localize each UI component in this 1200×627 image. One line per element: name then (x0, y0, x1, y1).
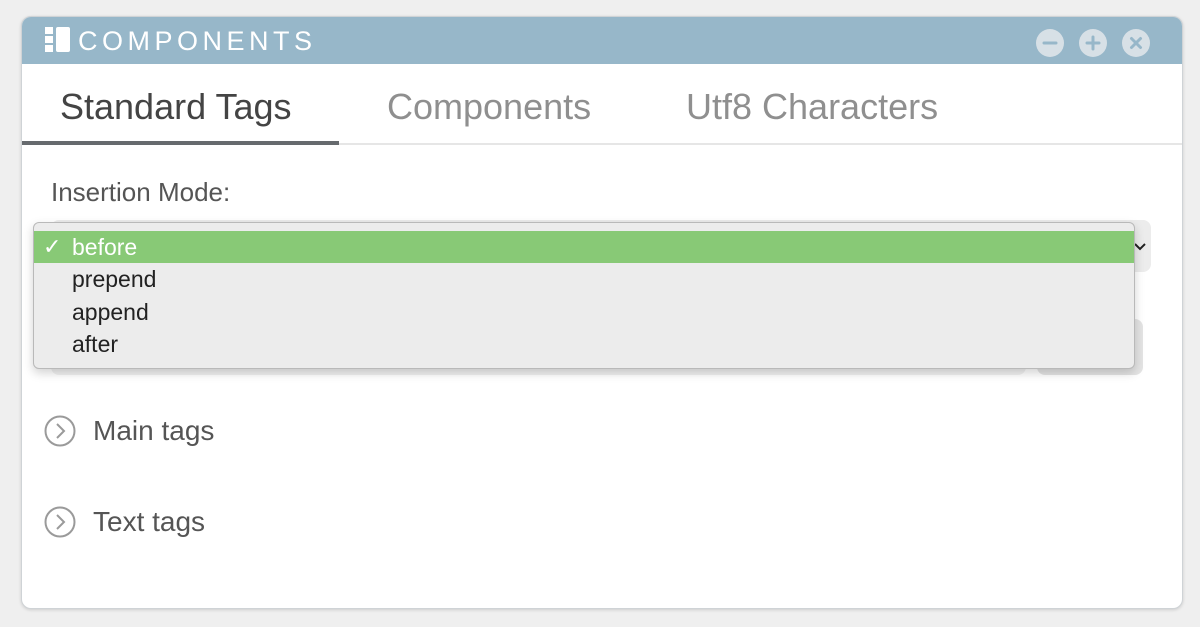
tab-utf8-characters[interactable]: Utf8 Characters (686, 86, 938, 128)
maximize-icon (1085, 35, 1101, 51)
components-logo-icon (45, 27, 71, 53)
close-button[interactable] (1122, 29, 1150, 57)
option-label: before (72, 234, 138, 260)
option-after[interactable]: after (34, 328, 1134, 360)
section-label: Text tags (93, 506, 206, 537)
close-icon (1130, 37, 1142, 49)
insertion-mode-label: Insertion Mode: (51, 177, 231, 207)
option-before[interactable]: ✓ before (34, 231, 1134, 263)
tab-standard-tags[interactable]: Standard Tags (60, 86, 292, 128)
panel-title: COMPONENTS (78, 26, 317, 56)
option-prepend[interactable]: prepend (34, 263, 1134, 295)
option-label: after (72, 331, 119, 357)
insertion-mode-dropdown: ✓ before prepend append after (33, 222, 1135, 369)
minimize-icon (1042, 41, 1058, 45)
active-tab-indicator (22, 141, 339, 145)
option-label: prepend (72, 266, 157, 292)
chevron-right-circle-icon (44, 415, 76, 447)
section-label: Main tags (93, 415, 215, 446)
tab-components[interactable]: Components (387, 86, 591, 128)
chevron-right-circle-icon (44, 506, 76, 538)
tab-bar: Standard Tags Components Utf8 Characters (22, 64, 1182, 145)
checkmark-icon: ✓ (43, 234, 62, 259)
components-panel: COMPONENTS Standard Tags Components Utf8… (21, 16, 1183, 609)
option-append[interactable]: append (34, 296, 1134, 328)
minimize-button[interactable] (1036, 29, 1064, 57)
option-label: append (72, 299, 149, 325)
maximize-button[interactable] (1079, 29, 1107, 57)
panel-titlebar: COMPONENTS (22, 17, 1182, 64)
